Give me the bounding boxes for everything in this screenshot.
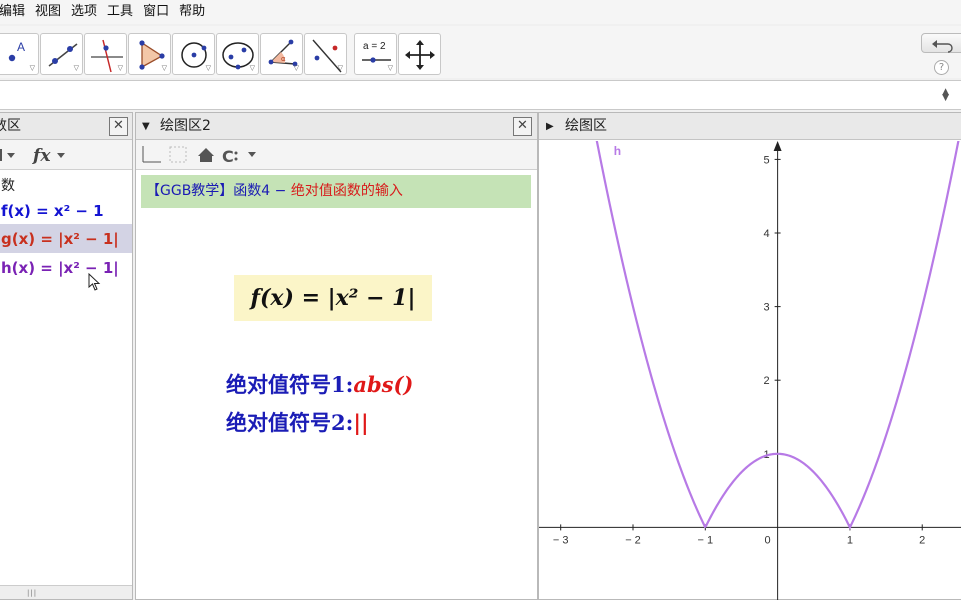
formula-display: f(x) = |x² − 1| — [234, 275, 432, 321]
algebra-view: 数区 ✕ fx 数 f(x) = x² − 1 g(x) = |x² − 1| … — [0, 112, 133, 600]
toolbar: A ▽ ▽ ▽ ▽ ▽ ▽ α ▽ ▽ a = 2 ▽ — [0, 26, 961, 78]
collapse-triangle-icon[interactable]: ▼ — [142, 113, 150, 140]
expand-triangle-icon[interactable]: ▶ — [546, 113, 554, 140]
abs-method-1-value: abs() — [353, 372, 414, 397]
x-tick-label: 0 — [765, 534, 771, 546]
x-tick-label: − 1 — [698, 534, 714, 546]
series-h-curve — [595, 141, 960, 530]
x-tick-label: − 2 — [625, 534, 641, 546]
close-algebra-view-button[interactable]: ✕ — [109, 117, 128, 136]
graphics-view-2-style-bar: C — [136, 140, 537, 170]
svg-text:A: A — [17, 40, 25, 54]
lesson-title-topic: 绝对值函数的输入 — [290, 183, 403, 199]
graphics-view-2-header: ▼ 绘图区2 ✕ — [136, 113, 537, 140]
dropdown-triangle-icon: ▽ — [161, 64, 167, 72]
perpendicular-tool-button[interactable]: ▽ — [84, 33, 127, 75]
x-tick-label: 2 — [919, 534, 925, 546]
graphics-view-2-title: 绘图区2 — [160, 118, 211, 134]
point-tool-button[interactable]: A ▽ — [0, 33, 39, 75]
series-h-label: h — [614, 144, 621, 158]
x-tick-label: 1 — [847, 534, 853, 546]
angle-tool-button[interactable]: α ▽ — [260, 33, 303, 75]
close-graphics-view-2-button[interactable]: ✕ — [513, 117, 532, 136]
dropdown-triangle-icon: ▽ — [117, 64, 123, 72]
input-history-arrows-icon[interactable]: ▲ ▼ — [942, 88, 949, 103]
graphics-style-bar-icons: C — [142, 146, 256, 166]
abs-method-1-label: 绝对值符号1: — [226, 372, 354, 397]
line-tool-button[interactable]: ▽ — [40, 33, 83, 75]
algebra-view-header: 数区 ✕ — [0, 113, 132, 140]
dropdown-triangle-icon: ▽ — [293, 64, 299, 72]
mouse-cursor-icon — [88, 273, 101, 291]
y-tick-label: 2 — [763, 375, 769, 387]
polygon-tool-button[interactable]: ▽ — [128, 33, 171, 75]
algebra-subbar: fx — [0, 140, 132, 170]
lesson-title-prefix: 【GGB教学】函数4 − — [146, 183, 291, 199]
undo-arrow-icon — [932, 40, 953, 53]
dropdown-triangle-icon: ▽ — [205, 64, 211, 72]
abs-method-2-value: || — [353, 410, 369, 435]
y-tick-label: 5 — [763, 154, 769, 166]
function-plot[interactable]: − 3− 2− 1 0 1 212345h — [539, 141, 961, 600]
scrollbar-grip-icon: ||| — [27, 589, 38, 597]
slider-tool-label: a = 2 — [363, 41, 386, 52]
algebra-row-f[interactable]: f(x) = x² − 1 — [1, 202, 104, 220]
algebra-toolbar-icons: fx — [0, 146, 65, 166]
menu-options[interactable]: 选项 — [66, 0, 102, 24]
y-axis-arrow — [773, 141, 782, 151]
y-tick-label: 3 — [763, 302, 769, 314]
abs-method-2-label: 绝对值符号2: — [226, 410, 354, 435]
circle-tool-button[interactable]: ▽ — [172, 33, 215, 75]
dropdown-triangle-icon: ▽ — [387, 64, 393, 72]
lesson-title-banner: 【GGB教学】函数4 − 绝对值函数的输入 — [141, 175, 531, 208]
reflect-tool-button[interactable]: ▽ — [304, 33, 347, 75]
geogebra-window: 编辑 视图 选项 工具 窗口 帮助 A ▽ ▽ ▽ ▽ ▽ ▽ α ▽ ▽ a … — [0, 0, 961, 600]
algebra-view-title: 数区 — [0, 118, 21, 134]
abs-method-2: 绝对值符号2:|| — [226, 407, 369, 437]
formula-text: f(x) = |x² − 1| — [250, 285, 416, 311]
algebra-category-functions: 数 — [1, 178, 15, 194]
dropdown-triangle-icon: ▽ — [249, 64, 255, 72]
slider-tool-button[interactable]: a = 2 ▽ — [354, 33, 397, 75]
y-tick-label: 4 — [763, 228, 769, 240]
dropdown-triangle-icon: ▽ — [29, 64, 35, 72]
algebra-row-f-text: f(x) = x² − 1 — [1, 202, 104, 220]
graphics-view-1-header: ▶ 绘图区 — [539, 113, 961, 140]
help-icon[interactable]: ? — [934, 60, 949, 75]
move-graphics-tool-button[interactable] — [398, 33, 441, 75]
menu-help[interactable]: 帮助 — [174, 0, 210, 24]
input-bar[interactable]: ▲ ▼ — [0, 80, 961, 110]
menu-edit[interactable]: 编辑 — [0, 0, 30, 24]
menu-view[interactable]: 视图 — [30, 0, 66, 24]
move-graphics-tool-icon — [405, 40, 435, 70]
algebra-horizontal-scrollbar[interactable]: ||| — [0, 585, 132, 599]
graphics-view-1: ▶ 绘图区 − 3− 2− 101212345h — [538, 112, 961, 600]
svg-text:α: α — [281, 55, 286, 63]
menu-tools[interactable]: 工具 — [102, 0, 138, 24]
x-tick-label: − 3 — [553, 534, 569, 546]
algebra-row-g[interactable]: g(x) = |x² − 1| — [1, 230, 119, 248]
menubar: 编辑 视图 选项 工具 窗口 帮助 — [0, 0, 961, 24]
svg-text:fx: fx — [32, 146, 51, 166]
graphics-view-2: ▼ 绘图区2 ✕ C 【GGB教学】函数4 − 绝对值函数的输入 f(x) = … — [135, 112, 538, 600]
undo-button[interactable] — [921, 33, 961, 53]
algebra-row-g-text: g(x) = |x² − 1| — [1, 230, 119, 248]
dropdown-triangle-icon: ▽ — [337, 64, 343, 72]
svg-text:C: C — [222, 147, 234, 166]
dropdown-triangle-icon: ▽ — [73, 64, 79, 72]
conic-tool-button[interactable]: ▽ — [216, 33, 259, 75]
abs-method-1: 绝对值符号1:abs() — [226, 369, 413, 399]
graphics-view-1-title: 绘图区 — [565, 118, 607, 134]
menu-window[interactable]: 窗口 — [138, 0, 174, 24]
